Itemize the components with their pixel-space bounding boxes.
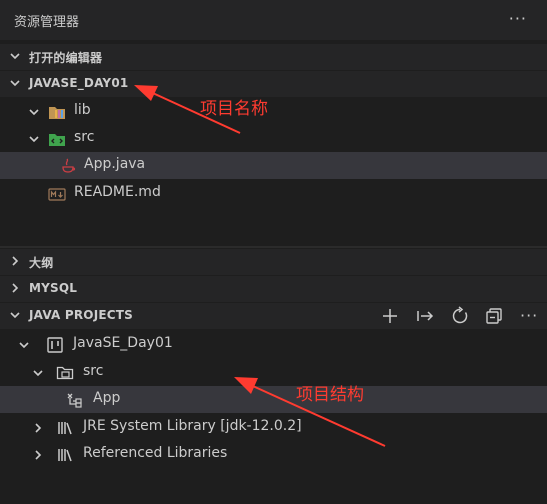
annotation-project-name: 项目名称 [200, 99, 268, 119]
annotation-arrows [134, 85, 386, 447]
arrow-head-icon [234, 377, 258, 394]
arrow-head-icon [134, 85, 158, 101]
annotation-project-structure: 项目结构 [296, 385, 364, 405]
